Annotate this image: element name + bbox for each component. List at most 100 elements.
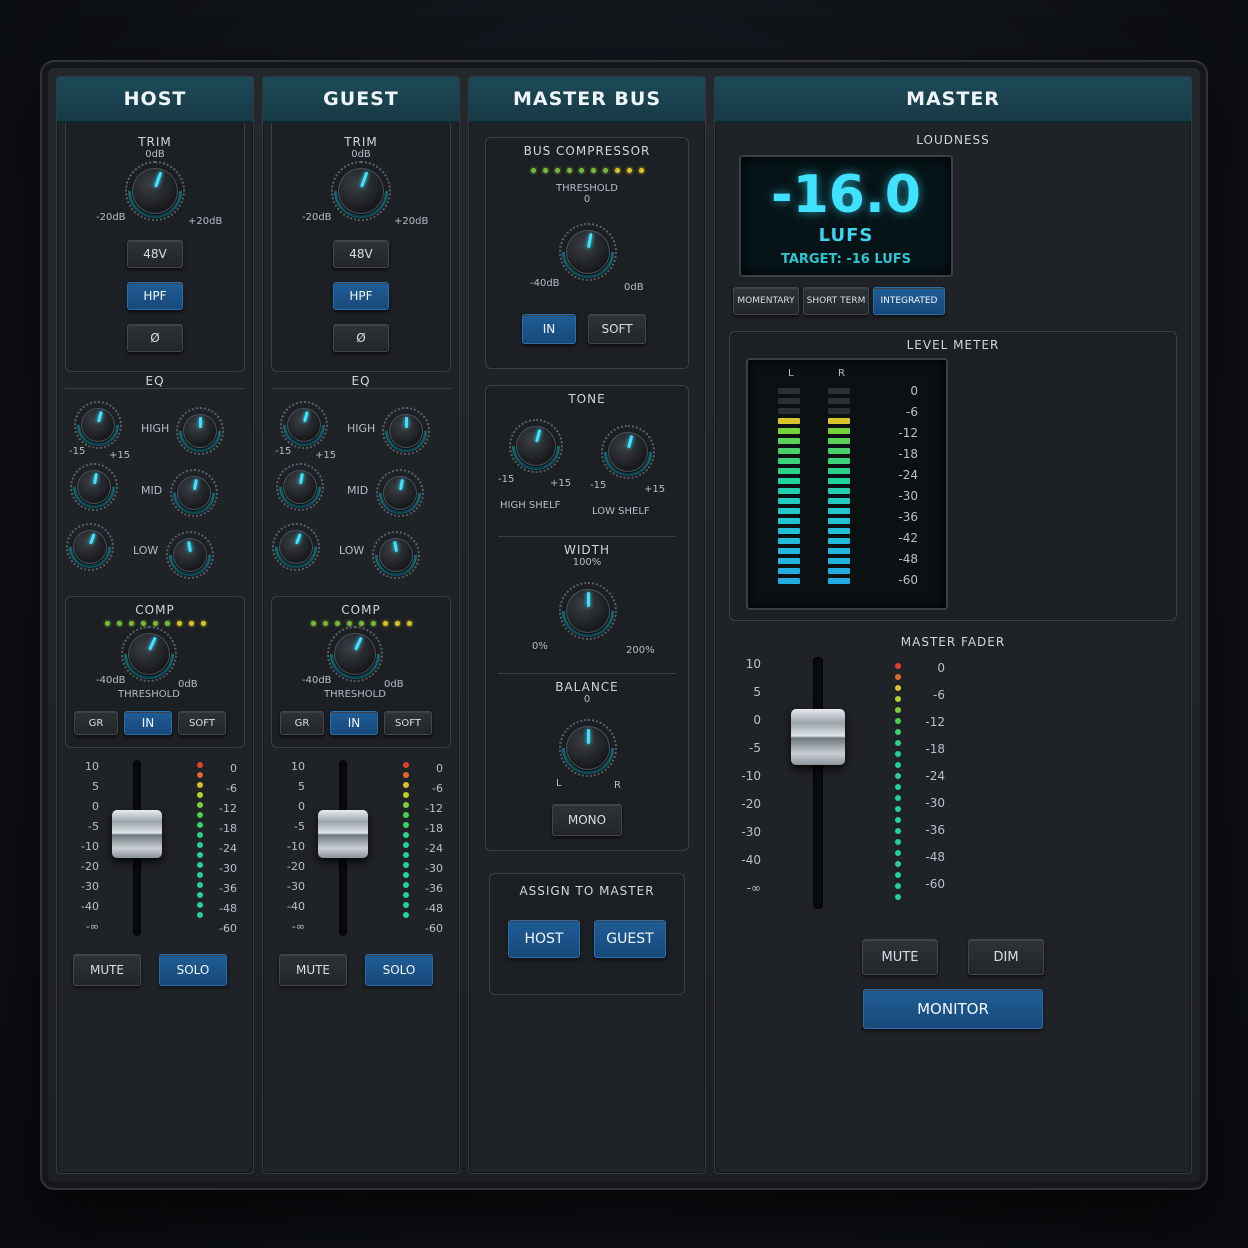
assign-host-button[interactable]: HOST <box>508 920 580 958</box>
trim-knob[interactable] <box>322 152 400 230</box>
bus-comp-threshold-knob[interactable] <box>551 215 625 289</box>
master-strip: MASTER LOUDNESS -16.0 LUFS TARGET: -16 L… <box>714 76 1192 1174</box>
meter-right-label: R <box>838 368 845 379</box>
width-min: 0% <box>532 641 548 652</box>
phase-invert-button[interactable]: Ø <box>127 324 183 352</box>
comp-soft-button[interactable]: SOFT <box>178 711 226 735</box>
balance-knob[interactable] <box>551 711 625 785</box>
comp-gr-leds <box>272 621 450 626</box>
hpf-button[interactable]: HPF <box>127 282 183 310</box>
high-shelf-knob[interactable] <box>502 412 570 480</box>
level-meter-title: LEVEL METER <box>906 338 1000 352</box>
eq-high-right-knob[interactable] <box>170 401 230 461</box>
eq-low-left-knob[interactable] <box>266 517 326 577</box>
bus-comp-soft-button[interactable]: SOFT <box>588 314 646 344</box>
eq-mid-left-knob[interactable] <box>64 457 124 517</box>
eq-band-low: LOW <box>133 544 159 557</box>
master-bus-title: MASTER BUS <box>469 77 705 123</box>
solo-button[interactable]: SOLO <box>365 954 433 986</box>
eq-mid-left-knob[interactable] <box>270 457 330 517</box>
channel-title: HOST <box>57 77 253 123</box>
channel-strip-guest: GUEST TRIM 0dB -20dB +20dB 48V HPF Ø EQ … <box>262 76 460 1174</box>
comp-in-button[interactable]: IN <box>330 711 378 735</box>
trim-min-label: -20dB <box>302 212 332 223</box>
width-top: 100% <box>572 557 602 568</box>
master-bus-strip: MASTER BUS BUS COMPRESSOR THRESHOLD 0 -4… <box>468 76 706 1174</box>
mute-button[interactable]: MUTE <box>73 954 141 986</box>
trim-min-label: -20dB <box>96 212 126 223</box>
short-term-button[interactable]: SHORT TERM <box>803 287 869 315</box>
comp-gr-button[interactable]: GR <box>280 711 324 735</box>
low-shelf-knob[interactable] <box>594 418 662 486</box>
integrated-button[interactable]: INTEGRATED <box>873 287 945 315</box>
hpf-button[interactable]: HPF <box>333 282 389 310</box>
master-mute-button[interactable]: MUTE <box>862 939 938 975</box>
level-meter-section: LEVEL METER L R 0 -6 -12 -18 -24 -30 -36 <box>729 331 1177 621</box>
eq-low-left-knob[interactable] <box>60 517 120 577</box>
low-shelf-label: LOW SHELF <box>592 506 650 517</box>
fader-scale: 10 5 0 -5 -10 -20 -30 -40 -∞ <box>287 760 305 933</box>
solo-button[interactable]: SOLO <box>159 954 227 986</box>
right-channel-meter <box>828 388 850 584</box>
width-section: WIDTH 100% 0% 200% <box>486 543 688 673</box>
fader-section: 10 5 0 -5 -10 -20 -30 -40 -∞ 0 -6 -12 -1… <box>65 756 245 952</box>
channel-fader-cap[interactable] <box>112 810 162 858</box>
dim-button[interactable]: DIM <box>968 939 1044 975</box>
comp-max: 0dB <box>178 679 198 690</box>
bus-comp-top: 0 <box>583 194 591 205</box>
loudness-section: LOUDNESS -16.0 LUFS TARGET: -16 LUFS MOM… <box>715 123 1191 323</box>
balance-section: BALANCE 0 L R MONO <box>486 680 688 850</box>
mute-button[interactable]: MUTE <box>279 954 347 986</box>
width-title: WIDTH <box>564 543 610 557</box>
loudness-unit: LUFS <box>818 225 874 246</box>
monitor-button[interactable]: MONITOR <box>863 989 1043 1029</box>
trim-knob[interactable] <box>116 152 194 230</box>
eq-section: EQ -15 +15 HIGH MID LOW <box>60 374 245 588</box>
phase-invert-button[interactable]: Ø <box>333 324 389 352</box>
comp-max: 0dB <box>384 679 404 690</box>
high-shelf-min: -15 <box>498 474 515 485</box>
eq-low-right-knob[interactable] <box>160 525 220 585</box>
channel-fader-cap[interactable] <box>318 810 368 858</box>
eq-max: +15 <box>315 450 337 461</box>
eq-band-mid: MID <box>141 484 163 497</box>
level-meter-scale: 0 -6 -12 -18 -24 -30 -36 -42 -48 -60 <box>898 384 918 587</box>
channel-title: GUEST <box>263 77 459 123</box>
assign-guest-button[interactable]: GUEST <box>594 920 666 958</box>
trim-top-label: 0dB <box>351 149 371 160</box>
bus-comp-in-button[interactable]: IN <box>522 314 576 344</box>
eq-high-left-knob[interactable] <box>274 395 334 455</box>
comp-threshold-knob[interactable] <box>319 618 391 690</box>
eq-high-left-knob[interactable] <box>68 395 128 455</box>
meter-scale: 0 -6 -12 -18 -24 -30 -36 -48 -60 <box>425 762 443 935</box>
momentary-button[interactable]: MOMENTARY <box>733 287 799 315</box>
fader-scale: 10 5 0 -5 -10 -20 -30 -40 -∞ <box>81 760 99 933</box>
mono-button[interactable]: MONO <box>552 804 622 836</box>
eq-low-right-knob[interactable] <box>366 525 426 585</box>
comp-in-button[interactable]: IN <box>124 711 172 735</box>
width-knob[interactable] <box>551 574 625 648</box>
eq-high-right-knob[interactable] <box>376 401 436 461</box>
bus-comp-title: BUS COMPRESSOR <box>523 144 651 158</box>
comp-soft-button[interactable]: SOFT <box>384 711 432 735</box>
eq-section: EQ -15 +15 HIGH MID LOW <box>266 374 451 588</box>
loudness-display: -16.0 LUFS TARGET: -16 LUFS <box>739 155 953 277</box>
master-fader-cap[interactable] <box>791 709 845 765</box>
width-max: 200% <box>626 645 655 656</box>
eq-mid-right-knob[interactable] <box>164 463 224 523</box>
comp-gr-button[interactable]: GR <box>74 711 118 735</box>
eq-mid-right-knob[interactable] <box>370 463 430 523</box>
eq-band-low: LOW <box>339 544 365 557</box>
master-meter-scale: 0 -6 -12 -18 -24 -30 -36 -48 -60 <box>925 661 945 891</box>
eq-band-high: HIGH <box>141 422 170 435</box>
trim-max-label: +20dB <box>394 216 429 227</box>
assign-to-master-section: ASSIGN TO MASTER HOST GUEST <box>489 873 685 995</box>
high-shelf-label: HIGH SHELF <box>500 500 561 511</box>
eq-band-high: HIGH <box>347 422 376 435</box>
phantom-power-button[interactable]: 48V <box>333 240 389 268</box>
phantom-power-button[interactable]: 48V <box>127 240 183 268</box>
low-shelf-max: +15 <box>644 484 666 495</box>
balance-title: BALANCE <box>555 680 619 694</box>
comp-threshold-knob[interactable] <box>113 618 185 690</box>
tone-width-balance-section: TONE -15 +15 HIGH SHELF -15 +15 LOW SHEL… <box>485 385 689 851</box>
